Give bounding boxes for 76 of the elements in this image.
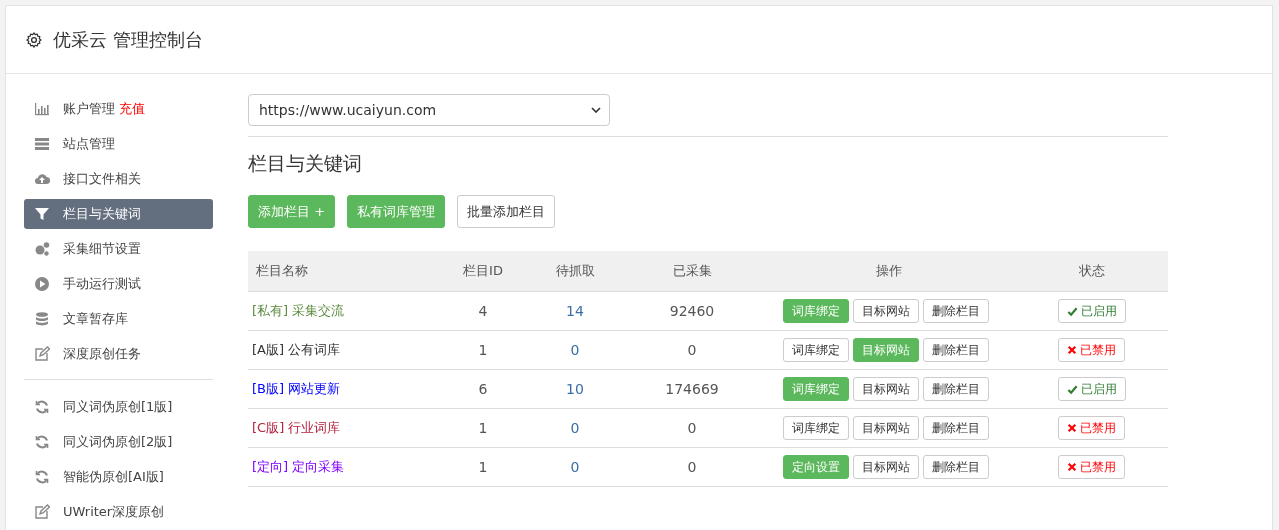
table-cell: 0 [570,459,580,475]
action-button[interactable]: 删除栏目 [923,377,989,401]
sidebar-item[interactable]: 智能伪原创[AI版] [24,462,213,492]
play-icon [34,276,50,292]
sidebar-item[interactable]: 同义词伪原创[2版] [24,427,213,457]
table-cell: 0 [570,420,580,436]
refresh-icon [34,399,50,415]
sidebar-item[interactable]: 采集细节设置 [24,234,213,264]
action-button[interactable]: 目标网站 [853,299,919,323]
table-cell: 0 [570,342,580,358]
column-name-link[interactable]: [A版] 公有词库 [252,342,341,357]
sidebar-item[interactable]: UWriter深度原创 [24,497,213,527]
filter-icon [34,206,50,222]
status-toggle[interactable]: 已禁用 [1058,338,1125,362]
table-cell: 4 [478,303,488,319]
close-icon [1067,462,1077,472]
action-button[interactable]: 删除栏目 [923,416,989,440]
settings-icon [25,30,43,49]
sidebar-item[interactable]: 深度原创任务 [24,339,213,369]
edit-icon [34,504,50,520]
refresh-icon [34,434,50,450]
table-cell: 1 [478,342,488,358]
table-cell: 10 [566,381,584,397]
close-icon [1067,345,1077,355]
status-toggle[interactable]: 已启用 [1057,299,1126,323]
column-header: 栏目名称 [256,263,308,278]
column-header: 状态 [1078,263,1105,278]
section-title: 栏目与关键词 [248,151,363,176]
sidebar-item[interactable]: 手动运行测试 [24,269,213,299]
column-header: 操作 [876,263,902,278]
sidebar-item[interactable]: 文章暂存库 [24,304,213,334]
table-cell: 0 [687,342,697,358]
edit-icon [34,346,50,362]
console-title: 优采云 管理控制台 [53,27,203,52]
caret-icon [591,107,601,113]
database-icon [34,311,50,327]
sidebar-item[interactable]: 栏目与关键词 [24,199,213,229]
status-toggle[interactable]: 已启用 [1057,377,1126,401]
table-cell: 14 [566,303,584,319]
bar-chart-icon [34,101,50,117]
sidebar-item[interactable]: 站点管理 [24,129,213,159]
column-header: 待抓取 [555,263,595,278]
table-cell: 1 [478,420,488,436]
sidebar-item[interactable]: 接口文件相关 [24,164,213,194]
action-button[interactable]: 删除栏目 [923,338,989,362]
table-cell: 6 [478,381,488,397]
toolbar-button[interactable]: 批量添加栏目 [457,195,556,228]
column-header: 已采集 [672,263,712,278]
status-toggle[interactable]: 已禁用 [1058,416,1125,440]
cloud-upload-icon [34,171,50,187]
table-cell: 0 [687,459,697,475]
action-button[interactable]: 词库绑定 [783,338,849,362]
action-button[interactable]: 目标网站 [853,416,919,440]
check-icon [1066,305,1078,317]
server-icon [34,136,50,152]
sidebar-item[interactable]: 同义词伪原创[1版] [24,392,213,422]
action-button[interactable]: 删除栏目 [923,299,989,323]
action-button[interactable]: 词库绑定 [783,416,849,440]
column-name-link[interactable]: [B版] 网站更新 [252,381,341,396]
table-cell: 0 [687,420,697,436]
column-header: 栏目ID [463,263,503,278]
check-icon [1066,383,1078,395]
column-name-link[interactable]: [C版] 行业词库 [252,420,341,435]
site-select[interactable]: https://www.ucaiyun.com [248,94,610,126]
status-toggle[interactable]: 已禁用 [1058,455,1125,479]
action-button[interactable]: 删除栏目 [923,455,989,479]
table-cell: 92460 [669,303,715,319]
sidebar-item[interactable]: 账户管理 充值 [24,94,213,124]
action-button[interactable]: 目标网站 [853,377,919,401]
table-cell: 1 [478,459,488,475]
column-name-link[interactable]: [私有] 采集交流 [252,303,345,318]
column-name-link[interactable]: [定向] 定向采集 [252,459,345,474]
close-icon [1067,423,1077,433]
action-button[interactable]: 目标网站 [853,455,919,479]
refresh-icon [34,469,50,485]
table-cell: 174669 [665,381,719,397]
